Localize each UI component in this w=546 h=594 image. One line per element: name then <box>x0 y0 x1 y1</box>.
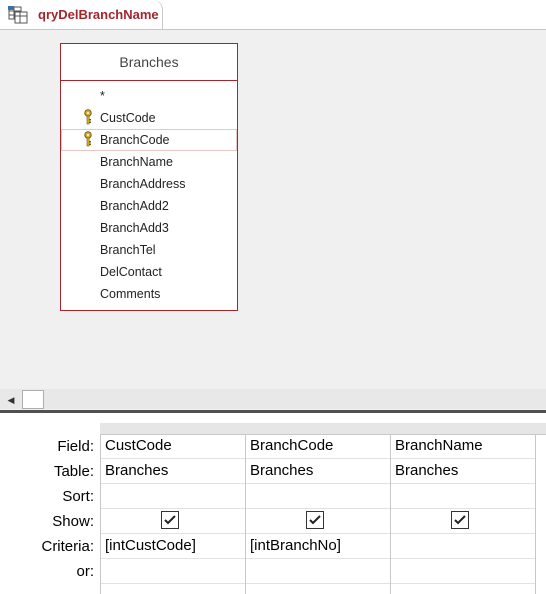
grid-cell-text: CustCode <box>105 437 172 454</box>
grid-cell-sort[interactable] <box>246 484 390 509</box>
checkmark-icon <box>454 515 466 525</box>
grid-cell-show[interactable] <box>101 509 245 534</box>
field-name: * <box>100 89 105 103</box>
field-name: Comments <box>100 287 161 301</box>
grid-cell-text: Branches <box>395 462 459 479</box>
checkmark-icon <box>164 515 176 525</box>
grid-row-label: or: <box>76 563 94 580</box>
grid-cell-or[interactable] <box>246 559 390 584</box>
field-name: BranchCode <box>100 133 170 147</box>
horizontal-scrollbar[interactable]: ◀ <box>0 389 546 409</box>
field-item[interactable]: BranchName <box>61 151 237 173</box>
grid-cell-criteria[interactable] <box>391 534 535 559</box>
checkmark-icon <box>309 515 321 525</box>
grid-cell-table[interactable]: Branches <box>246 459 390 484</box>
field-item[interactable]: DelContact <box>61 261 237 283</box>
field-name: DelContact <box>100 265 162 279</box>
field-item[interactable]: BranchTel <box>61 239 237 261</box>
field-item[interactable]: CustCode <box>61 107 237 129</box>
grid-column: BranchCode Branches [intBranchNo] <box>246 434 391 594</box>
grid-row-label: Show: <box>52 513 94 530</box>
field-item[interactable]: BranchCode <box>61 129 237 151</box>
show-checkbox[interactable] <box>306 511 324 529</box>
grid-cell-show[interactable] <box>391 509 535 534</box>
primary-key-icon <box>84 109 92 125</box>
tab-title: qryDelBranchName <box>38 7 159 22</box>
scroll-left-arrow-icon[interactable]: ◀ <box>4 393 18 407</box>
grid-cell-text: [intCustCode] <box>105 537 196 554</box>
field-item[interactable]: BranchAdd3 <box>61 217 237 239</box>
table-field-list-branches[interactable]: Branches * CustCode BranchCode BranchName Br… <box>60 43 238 311</box>
primary-key-icon <box>84 131 92 147</box>
field-name: BranchAdd2 <box>100 199 169 213</box>
grid-row-label: Criteria: <box>41 538 94 555</box>
table-title[interactable]: Branches <box>61 44 237 81</box>
field-name: BranchAddress <box>100 177 186 191</box>
query-design-grid: CustCode Branches [intCustCode] BranchCode B… <box>100 434 546 594</box>
grid-cell-criteria[interactable]: [intBranchNo] <box>246 534 390 559</box>
field-item[interactable]: BranchAdd2 <box>61 195 237 217</box>
grid-row-labels: Field: Table: Sort: Show: Criteria: or: <box>0 434 100 584</box>
grid-column: CustCode Branches [intCustCode] <box>101 434 246 594</box>
grid-cell-criteria[interactable]: [intCustCode] <box>101 534 245 559</box>
field-name: BranchTel <box>100 243 156 257</box>
grid-cell-or[interactable] <box>101 559 245 584</box>
grid-cell-text: [intBranchNo] <box>250 537 341 554</box>
grid-row-label: Sort: <box>62 488 94 505</box>
query-tab[interactable]: qryDelBranchName <box>0 0 163 29</box>
grid-cell-table[interactable]: Branches <box>101 459 245 484</box>
field-item[interactable]: Comments <box>61 283 237 305</box>
query-design-pane[interactable]: Branches * CustCode BranchCode BranchName Br… <box>0 30 546 388</box>
grid-row-label: Field: <box>57 438 94 455</box>
field-name: BranchAdd3 <box>100 221 169 235</box>
grid-cell-text: BranchCode <box>250 437 334 454</box>
field-item[interactable]: * <box>61 85 237 107</box>
show-checkbox[interactable] <box>451 511 469 529</box>
query-design-icon <box>8 5 28 23</box>
field-list: * CustCode BranchCode BranchName BranchAddre… <box>61 81 237 305</box>
grid-cell-text: Branches <box>250 462 314 479</box>
document-tab-bar: qryDelBranchName <box>0 0 546 30</box>
scrollbar-thumb[interactable] <box>22 390 44 409</box>
grid-cell-field[interactable]: BranchCode <box>246 434 390 459</box>
query-grid-pane: Field: Table: Sort: Show: Criteria: or: CustC… <box>0 413 546 594</box>
field-item[interactable]: BranchAddress <box>61 173 237 195</box>
grid-cell-field[interactable]: CustCode <box>101 434 245 459</box>
grid-cell-text: BranchName <box>395 437 483 454</box>
grid-cell-field[interactable]: BranchName <box>391 434 535 459</box>
grid-cell-or[interactable] <box>391 559 535 584</box>
grid-cell-show[interactable] <box>246 509 390 534</box>
grid-column: BranchName Branches <box>391 434 536 594</box>
grid-cell-table[interactable]: Branches <box>391 459 535 484</box>
grid-cell-text: Branches <box>105 462 169 479</box>
field-name: BranchName <box>100 155 173 169</box>
field-name: CustCode <box>100 111 156 125</box>
grid-cell-sort[interactable] <box>391 484 535 509</box>
show-checkbox[interactable] <box>161 511 179 529</box>
grid-cell-sort[interactable] <box>101 484 245 509</box>
grid-row-label: Table: <box>53 463 94 480</box>
